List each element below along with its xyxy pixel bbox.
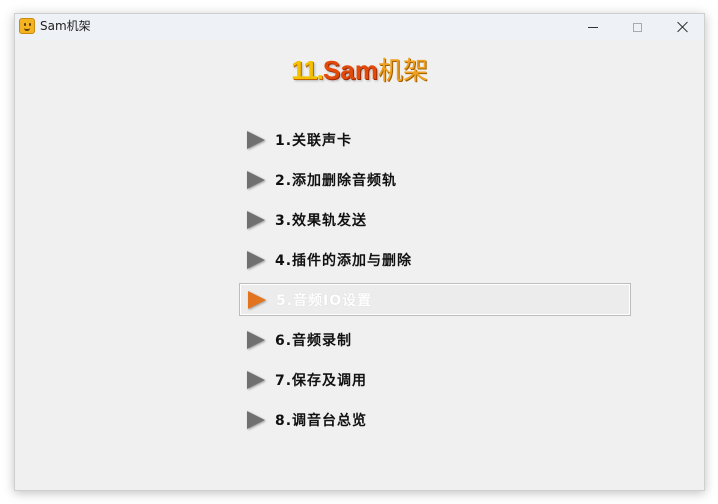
close-button[interactable] [660,14,704,40]
app-logo-icon [19,18,35,34]
menu-item-label: 2.添加删除音频轨 [275,172,398,189]
window-title: Sam机架 [40,19,91,33]
menu-item-label: 1.关联声卡 [275,132,353,149]
menu-item-effect-send[interactable]: 3.效果轨发送 [239,203,631,236]
menu-item-label: 7.保存及调用 [275,372,368,389]
menu-item-label: 6.音频录制 [275,332,353,349]
play-arrow-icon [248,290,266,309]
menu-item-label: 3.效果轨发送 [275,212,368,229]
maximize-button[interactable] [615,14,660,40]
menu-item-link-soundcard[interactable]: 1.关联声卡 [239,123,631,156]
minimize-button[interactable] [570,14,615,40]
menu-item-mixer-overview[interactable]: 8.调音台总览 [239,403,631,436]
play-arrow-icon [247,410,265,429]
close-icon [677,21,689,33]
app-logo-title: 11.Sam机架 [15,50,704,90]
play-arrow-icon [247,370,265,389]
menu-item-label: 5.音频IO设置 [276,292,373,309]
logo-chinese: 机架 [377,56,428,85]
play-arrow-icon [247,210,265,229]
menu-item-plugins[interactable]: 4.插件的添加与删除 [239,243,631,276]
menu-item-add-remove-track[interactable]: 2.添加删除音频轨 [239,163,631,196]
minimize-icon [587,26,598,28]
play-arrow-icon [247,130,265,149]
menu-item-recording[interactable]: 6.音频录制 [239,323,631,356]
title-bar[interactable]: Sam机架 [15,14,704,40]
menu-item-audio-io[interactable]: 5.音频IO设置 [239,283,631,316]
app-window: Sam机架 11.Sam机架 1.关联声卡 2.添加删除音频轨 3.效果轨发送 … [14,13,705,491]
menu-item-label: 4.插件的添加与删除 [275,252,413,269]
maximize-icon [633,22,642,32]
lesson-menu: 1.关联声卡 2.添加删除音频轨 3.效果轨发送 4.插件的添加与删除 5.音频… [239,123,631,443]
logo-name: Sam [322,55,378,85]
play-arrow-icon [247,170,265,189]
menu-item-label: 8.调音台总览 [275,412,368,429]
menu-item-save-load[interactable]: 7.保存及调用 [239,363,631,396]
play-arrow-icon [247,250,265,269]
logo-number: 11. [291,55,324,85]
play-arrow-icon [247,330,265,349]
